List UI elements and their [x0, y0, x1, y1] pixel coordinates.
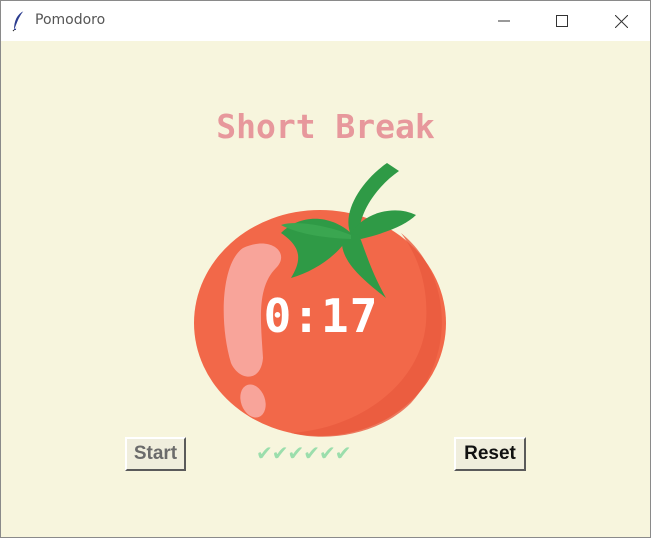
reset-button[interactable]: Reset — [454, 437, 526, 471]
title-bar[interactable]: Pomodoro — [1, 1, 650, 41]
timer-display: 0:17 — [263, 289, 379, 343]
close-icon — [614, 14, 628, 28]
start-button[interactable]: Start — [125, 437, 186, 471]
session-checkmarks: ✔✔✔✔✔✔ — [256, 441, 352, 465]
maximize-button[interactable] — [533, 1, 591, 41]
app-content: Short Break 0:17 Start ✔✔✔✔✔✔ Reset — [1, 41, 650, 537]
feather-icon — [11, 10, 27, 32]
mode-heading: Short Break — [216, 107, 435, 146]
window-title: Pomodoro — [35, 12, 106, 28]
app-window: Pomodoro Short Break 0:17 Start ✔✔✔✔✔✔ R… — [0, 0, 651, 538]
tomato-canvas: 0:17 — [191, 153, 451, 443]
minimize-button[interactable] — [475, 1, 533, 41]
close-button[interactable] — [592, 1, 650, 41]
maximize-icon — [556, 15, 568, 27]
minimize-icon — [498, 15, 510, 27]
